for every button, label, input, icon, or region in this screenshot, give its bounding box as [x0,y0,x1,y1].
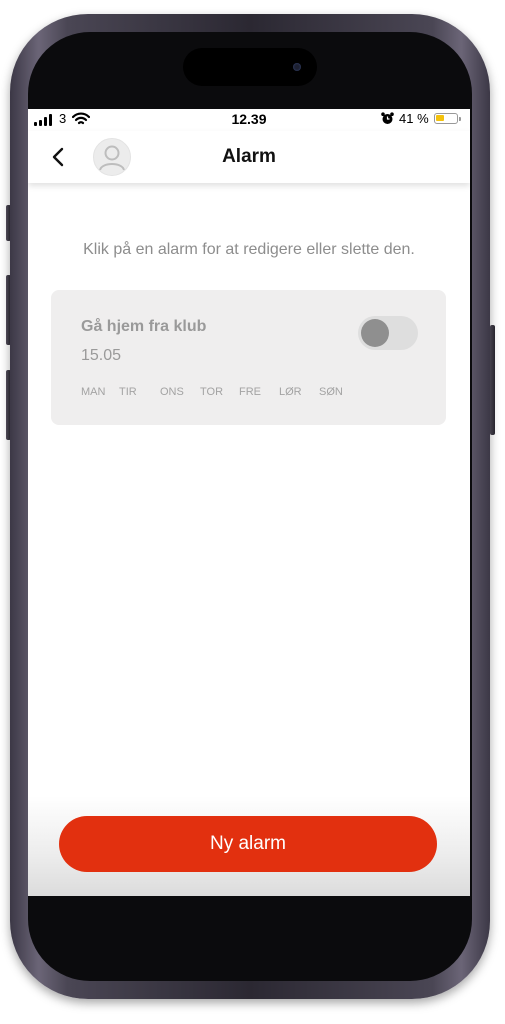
alarm-name: Gå hjem fra klub [81,318,207,335]
page-title: Alarm [222,146,276,167]
phone-mockup: 3 12.39 41 % Alarm Klik på en alarm for … [0,0,505,1024]
toggle-knob [361,319,389,347]
battery-level [436,115,444,121]
day-label: TIR [119,386,137,398]
alarm-item[interactable]: Gå hjem fra klub 15.05 MAN TIR ONS TOR FRE LØ… [51,290,446,425]
power-button [490,325,495,435]
status-bar: 3 12.39 41 % [28,109,470,131]
battery-cap [459,117,461,121]
day-label: LØR [279,386,302,398]
alarm-clock-icon [381,112,394,124]
day-label: TOR [200,386,224,398]
day-label: FRE [239,386,261,398]
day-label: ONS [160,386,184,398]
alarm-days: MAN TIR ONS TOR FRE LØR SØN [81,386,343,398]
day-label: SØN [319,386,343,398]
day-label: MAN [81,386,106,398]
alarm-list-content: Klik på en alarm for at redigere eller s… [28,183,470,896]
battery-percent: 41 % [399,111,429,126]
alarm-toggle[interactable] [358,316,418,350]
instruction-text: Klik på en alarm for at redigere eller s… [83,241,415,258]
camera-icon [293,63,301,71]
alarm-time: 15.05 [81,347,122,364]
nav-header: Alarm [28,131,470,183]
battery-icon [434,113,458,124]
app-screen: 3 12.39 41 % Alarm Klik på en alarm for … [28,109,470,896]
new-alarm-button[interactable]: Ny alarm [59,816,437,872]
